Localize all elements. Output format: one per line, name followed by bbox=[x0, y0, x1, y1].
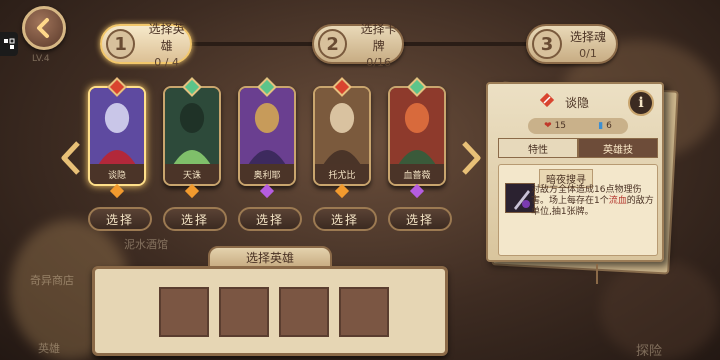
skill-box: 暗夜搜寻 对敌方全体造成16点物理伤害。场上每存在1个流血的敌方单位,抽1张牌。 bbox=[498, 164, 658, 256]
select-hero-button-5[interactable]: 选择 bbox=[388, 207, 452, 231]
step-title: 选择卡牌 bbox=[360, 21, 397, 53]
hero-stats: ❤ 15 ▮ 6 bbox=[528, 118, 628, 134]
cost-stat: ▮ 6 bbox=[598, 121, 612, 131]
side-menu-icon[interactable] bbox=[0, 32, 18, 56]
step-count: 0/1 bbox=[579, 47, 597, 60]
chevron-left-icon bbox=[61, 141, 80, 175]
tab-traits[interactable]: 特性 bbox=[498, 138, 578, 158]
hero-card[interactable]: 谈隐 bbox=[88, 86, 146, 186]
step-number: 2 bbox=[318, 29, 348, 59]
hero-name: 血蔷薇 bbox=[403, 170, 431, 181]
back-button[interactable] bbox=[22, 6, 66, 50]
hero-portrait bbox=[165, 88, 219, 166]
hero-slot-3[interactable] bbox=[279, 287, 329, 337]
hero-name: 奥利耶 bbox=[253, 170, 281, 181]
hero-info-card: 谈隐 i ❤ 15 ▮ 6 特性 英雄技 暗夜搜寻 对敌方全体造成16点物理伤害… bbox=[486, 82, 664, 262]
bg-explore-text: 探险 bbox=[636, 344, 663, 359]
step-select-soul[interactable]: 3 选择魂 0/1 bbox=[526, 24, 618, 64]
step-number: 1 bbox=[106, 29, 136, 59]
chevron-left-icon bbox=[37, 18, 49, 38]
select-hero-button-2[interactable]: 选择 bbox=[163, 207, 227, 231]
hero-card[interactable]: 奥利耶 bbox=[238, 86, 296, 186]
step-title: 选择魂 bbox=[570, 30, 607, 44]
bg-level-text: LV.4 bbox=[32, 54, 50, 64]
step-count: 0/16 bbox=[366, 55, 391, 69]
tab-hero-skill[interactable]: 英雄技 bbox=[578, 138, 658, 158]
card-icon: ▮ bbox=[598, 121, 604, 131]
hero-name: 谈隐 bbox=[107, 170, 126, 181]
prev-page-arrow[interactable] bbox=[60, 140, 82, 176]
bg-shop-text: 奇异商店 bbox=[30, 274, 74, 287]
chevron-right-icon bbox=[462, 141, 481, 175]
hp-stat: ❤ 15 bbox=[544, 121, 567, 131]
select-hero-button-3[interactable]: 选择 bbox=[238, 207, 302, 231]
card-rope-decor bbox=[596, 264, 598, 284]
hero-card[interactable]: 血蔷薇 bbox=[388, 86, 446, 186]
step-number: 3 bbox=[532, 29, 562, 59]
selected-heroes-panel bbox=[92, 266, 448, 356]
hero-portrait bbox=[90, 88, 144, 166]
heart-icon: ❤ bbox=[544, 121, 552, 131]
next-page-arrow[interactable] bbox=[460, 140, 482, 176]
select-panel-title: 选择英雄 bbox=[208, 246, 332, 268]
info-button[interactable]: i bbox=[628, 90, 654, 116]
step-select-cards[interactable]: 2 选择卡牌 0/16 bbox=[312, 22, 404, 69]
hero-slot-1[interactable] bbox=[159, 287, 209, 337]
hero-portrait bbox=[315, 88, 369, 166]
bg-hero-text: 英雄 bbox=[38, 342, 60, 355]
skill-description: 对敌方全体造成16点物理伤害。场上每存在1个流血的敌方单位,抽1张牌。 bbox=[531, 185, 654, 217]
hero-name: 天诛 bbox=[182, 170, 201, 181]
hero-card[interactable]: 托尤比 bbox=[313, 86, 371, 186]
hero-name: 托尤比 bbox=[328, 170, 356, 181]
hero-slot-2[interactable] bbox=[219, 287, 269, 337]
hero-portrait bbox=[390, 88, 444, 166]
bg-tavern-text: 泥水酒馆 bbox=[124, 238, 168, 251]
hero-card[interactable]: 天诛 bbox=[163, 86, 221, 186]
hero-portrait bbox=[240, 88, 294, 166]
select-hero-button-4[interactable]: 选择 bbox=[313, 207, 377, 231]
info-tabs: 特性 英雄技 bbox=[498, 138, 658, 158]
step-select-hero[interactable]: 1 选择英雄 0 / 4 bbox=[100, 22, 192, 69]
hero-slot-4[interactable] bbox=[339, 287, 389, 337]
step-count: 0 / 4 bbox=[154, 55, 179, 69]
select-hero-button-1[interactable]: 选择 bbox=[88, 207, 152, 231]
step-title: 选择英雄 bbox=[148, 21, 185, 53]
